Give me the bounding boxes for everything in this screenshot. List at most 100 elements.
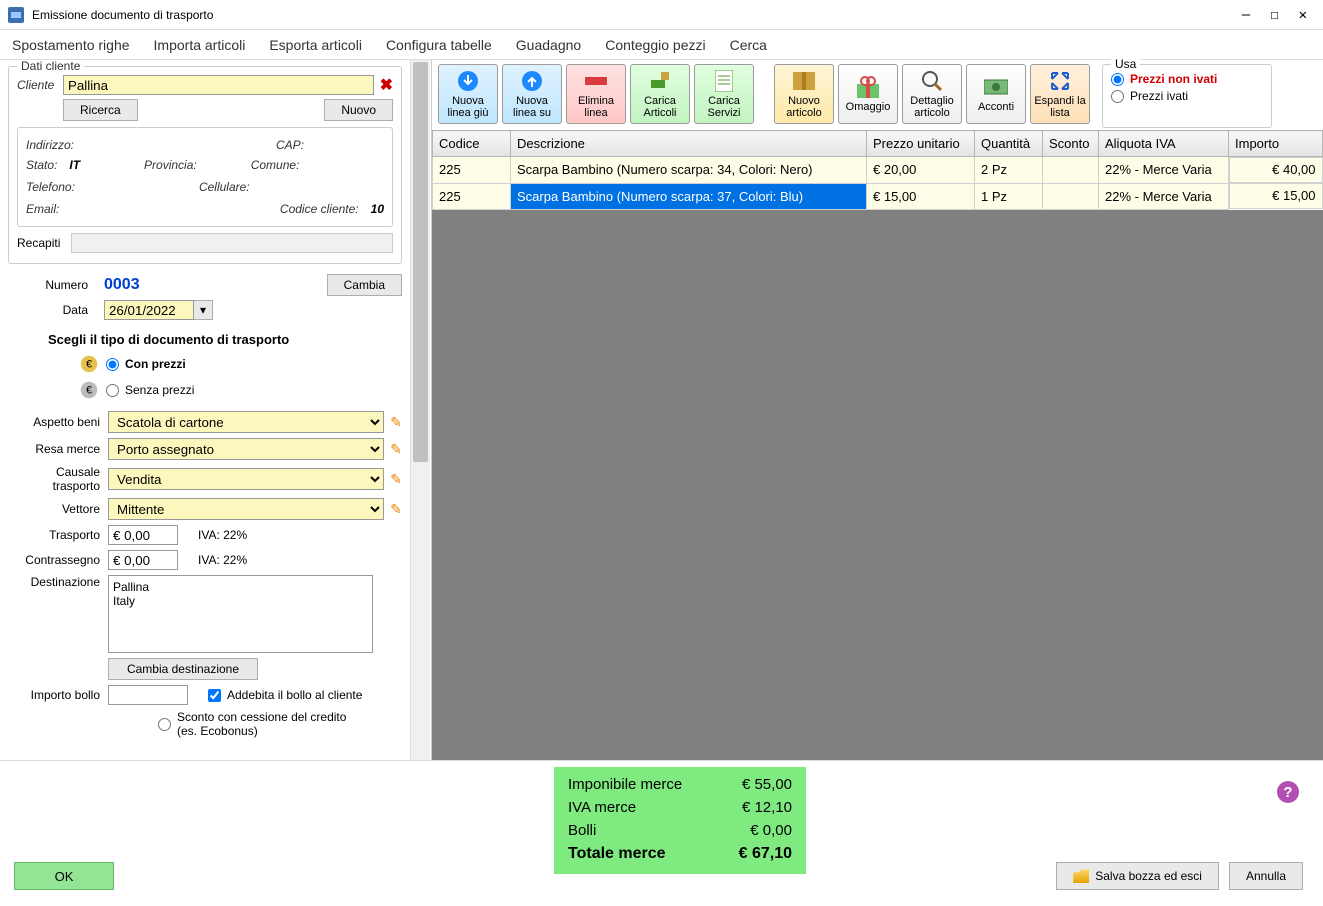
ricerca-button[interactable]: Ricerca [63,99,138,121]
scegli-label: Scegli il tipo di documento di trasporto [8,324,402,349]
prezzi-non-ivati-radio[interactable] [1111,73,1124,86]
dettaglio-articolo-button[interactable]: Dettaglio articolo [902,64,962,124]
importo-bollo-input[interactable] [108,685,188,705]
cell-importo[interactable]: € 40,00 [1229,157,1323,183]
cell-prezzo[interactable]: € 20,00 [867,157,975,184]
aspetto-select[interactable]: Scatola di cartone [108,411,384,433]
acconti-button[interactable]: Acconti [966,64,1026,124]
cell-qty[interactable]: 2 Pz [975,157,1043,184]
carica-servizi-button[interactable]: Carica Servizi [694,64,754,124]
vettore-select[interactable]: Mittente [108,498,384,520]
omaggio-button[interactable]: Omaggio [838,64,898,124]
cell-sconto[interactable] [1043,157,1099,184]
causale-select[interactable]: Vendita [108,468,384,490]
menu-cerca[interactable]: Cerca [730,37,767,53]
annulla-button[interactable]: Annulla [1229,862,1303,890]
close-button[interactable]: ✕ [1299,7,1307,23]
recapiti-label: Recapiti [17,236,65,250]
nuovo-articolo-button[interactable]: Nuovo articolo [774,64,834,124]
magnifier-icon [920,69,944,93]
data-label: Data [38,303,98,317]
bolli-label: Bolli [568,822,596,839]
codice-cliente-label: Codice cliente: [280,202,359,216]
col-header[interactable]: Sconto [1043,131,1099,157]
cambia-destinazione-button[interactable]: Cambia destinazione [108,658,258,680]
minus-icon [584,69,608,93]
cell-codice[interactable]: 225 [433,183,511,209]
sconto-cessione-radio[interactable] [158,718,171,731]
items-table[interactable]: CodiceDescrizionePrezzo unitarioQuantità… [432,130,1323,210]
menu-conteggio[interactable]: Conteggio pezzi [605,37,705,53]
table-row[interactable]: 225Scarpa Bambino (Numero scarpa: 34, Co… [433,157,1323,184]
cell-importo[interactable]: € 15,00 [1229,183,1323,209]
senza-prezzi-label: Senza prezzi [125,383,194,397]
minimize-button[interactable]: — [1242,7,1250,23]
col-header[interactable]: Prezzo unitario [867,131,975,157]
edit-vettore-icon[interactable]: ✎ [390,501,402,518]
menu-configura[interactable]: Configura tabelle [386,37,492,53]
addebita-bollo-checkbox[interactable] [208,689,221,702]
salva-bozza-button[interactable]: Salva bozza ed esci [1056,862,1219,890]
svg-text:€: € [86,359,92,371]
cell-desc[interactable]: Scarpa Bambino (Numero scarpa: 34, Color… [511,157,867,184]
cell-prezzo[interactable]: € 15,00 [867,183,975,209]
cap-label: CAP: [276,138,304,152]
totals-panel: Imponibile merce€ 55,00 IVA merce€ 12,10… [554,767,806,874]
trasporto-label: Trasporto [8,528,108,542]
toolbar: Nuova linea giù Nuova linea su Elimina l… [432,60,1323,130]
menu-esporta[interactable]: Esporta articoli [269,37,362,53]
svg-text:€: € [86,385,92,397]
resa-select[interactable]: Porto assegnato [108,438,384,460]
contrassegno-input[interactable] [108,550,178,570]
help-icon[interactable]: ? [1277,781,1299,803]
totale-value: € 67,10 [739,845,792,863]
data-input[interactable] [104,300,194,320]
nuova-linea-su-button[interactable]: Nuova linea su [502,64,562,124]
clear-cliente-icon[interactable]: ✖ [380,75,393,95]
col-header[interactable]: Aliquota IVA [1099,131,1229,157]
ok-button[interactable]: OK [14,862,114,890]
iva-merce-value: € 12,10 [742,799,792,816]
table-row[interactable]: 225Scarpa Bambino (Numero scarpa: 37, Co… [433,183,1323,209]
stato-label: Stato: [26,158,57,172]
prezzi-ivati-label: Prezzi ivati [1130,89,1188,103]
expand-icon [1048,69,1072,93]
col-header[interactable]: Descrizione [511,131,867,157]
maximize-button[interactable]: ☐ [1270,7,1278,23]
cliente-input[interactable] [63,75,374,95]
nuovo-cliente-button[interactable]: Nuovo [324,99,393,121]
con-prezzi-radio[interactable] [106,358,119,371]
cell-iva[interactable]: 22% - Merce Varia [1099,157,1229,184]
menu-spostamento[interactable]: Spostamento righe [12,37,130,53]
col-header[interactable]: Importo [1229,131,1323,157]
indirizzo-label: Indirizzo: [26,138,74,152]
left-scrollbar[interactable] [410,60,430,760]
cell-qty[interactable]: 1 Pz [975,183,1043,209]
bolli-value: € 0,00 [750,822,792,839]
nuova-linea-giu-button[interactable]: Nuova linea giù [438,64,498,124]
date-picker-button[interactable]: ▾ [194,300,213,320]
menu-guadagno[interactable]: Guadagno [516,37,581,53]
prezzi-ivati-radio[interactable] [1111,90,1124,103]
trasporto-input[interactable] [108,525,178,545]
col-header[interactable]: Codice [433,131,511,157]
cell-codice[interactable]: 225 [433,157,511,184]
elimina-linea-button[interactable]: Elimina linea [566,64,626,124]
cell-desc[interactable]: Scarpa Bambino (Numero scarpa: 37, Color… [511,183,867,209]
edit-causale-icon[interactable]: ✎ [390,471,402,488]
cell-sconto[interactable] [1043,183,1099,209]
espandi-lista-button[interactable]: Espandi la lista [1030,64,1090,124]
cell-iva[interactable]: 22% - Merce Varia [1099,183,1229,209]
senza-prezzi-radio[interactable] [106,384,119,397]
edit-resa-icon[interactable]: ✎ [390,441,402,458]
cambia-numero-button[interactable]: Cambia [327,274,402,296]
menu-importa[interactable]: Importa articoli [154,37,246,53]
carica-articoli-button[interactable]: Carica Articoli [630,64,690,124]
iva-merce-label: IVA merce [568,799,636,816]
contrassegno-iva-label: IVA: 22% [198,553,247,567]
destinazione-textarea[interactable]: Pallina Italy [108,575,373,653]
edit-aspetto-icon[interactable]: ✎ [390,414,402,431]
addebita-bollo-label: Addebita il bollo al cliente [227,688,362,702]
recapiti-input[interactable] [71,233,393,253]
col-header[interactable]: Quantità [975,131,1043,157]
